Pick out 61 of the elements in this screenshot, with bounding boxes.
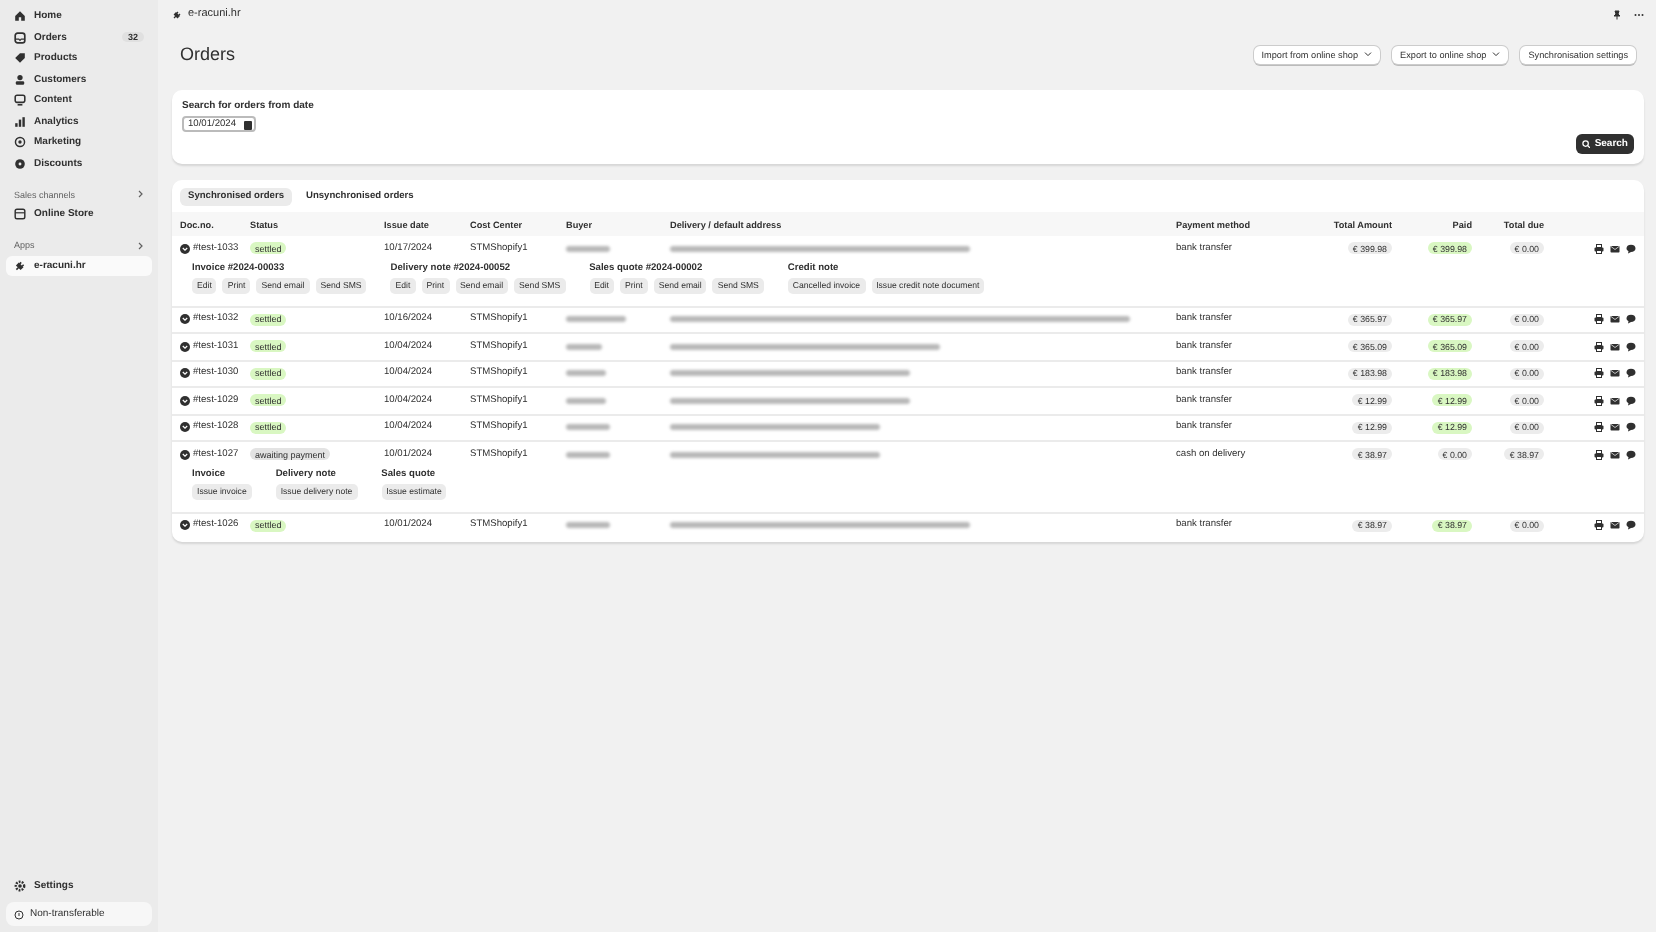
expand-icon bbox=[180, 395, 190, 406]
expand-icon bbox=[180, 314, 190, 325]
expand-icon bbox=[180, 422, 190, 433]
blurred-text bbox=[566, 397, 606, 404]
settings-icon bbox=[14, 879, 26, 892]
chat-icon[interactable] bbox=[1626, 449, 1636, 460]
caret-icon bbox=[1364, 50, 1373, 58]
search-icon bbox=[1581, 139, 1591, 149]
expand-icon bbox=[180, 520, 190, 531]
chat-icon[interactable] bbox=[1626, 395, 1636, 406]
envelope-icon[interactable] bbox=[1610, 243, 1620, 254]
expand-icon bbox=[180, 368, 190, 379]
chart-icon bbox=[14, 115, 26, 128]
blurred-text bbox=[566, 316, 626, 323]
blurred-text bbox=[566, 424, 610, 431]
expand-icon bbox=[180, 449, 190, 460]
orders-icon bbox=[14, 31, 26, 44]
chat-icon[interactable] bbox=[1626, 422, 1636, 433]
store-icon bbox=[14, 208, 26, 221]
print-icon[interactable] bbox=[1594, 368, 1604, 379]
blurred-text bbox=[566, 451, 610, 458]
blurred-text bbox=[566, 370, 606, 377]
print-icon[interactable] bbox=[1594, 449, 1604, 460]
page-title: Orders bbox=[180, 44, 238, 64]
discount-icon bbox=[14, 157, 26, 170]
chevron-icon bbox=[136, 190, 144, 198]
print-icon[interactable] bbox=[1594, 520, 1604, 531]
pin-icon[interactable] bbox=[1612, 9, 1622, 19]
blurred-text bbox=[566, 245, 610, 252]
blurred-text bbox=[566, 343, 602, 350]
home-icon bbox=[14, 10, 26, 23]
plug-icon bbox=[172, 9, 182, 19]
chat-icon[interactable] bbox=[1626, 243, 1636, 254]
chat-icon[interactable] bbox=[1626, 520, 1636, 531]
expand-icon bbox=[180, 243, 190, 254]
print-icon[interactable] bbox=[1594, 243, 1604, 254]
envelope-icon[interactable] bbox=[1610, 341, 1620, 352]
caret-icon bbox=[1492, 50, 1501, 58]
blurred-text bbox=[566, 522, 610, 529]
expand-icon bbox=[180, 341, 190, 352]
target-icon bbox=[14, 136, 26, 149]
print-icon[interactable] bbox=[1594, 395, 1604, 406]
envelope-icon[interactable] bbox=[1610, 449, 1620, 460]
chevron-icon bbox=[136, 241, 144, 249]
print-icon[interactable] bbox=[1594, 422, 1604, 433]
print-icon[interactable] bbox=[1594, 314, 1604, 325]
envelope-icon[interactable] bbox=[1610, 314, 1620, 325]
envelope-icon[interactable] bbox=[1610, 520, 1620, 531]
person-icon bbox=[14, 73, 26, 86]
tag-icon bbox=[14, 52, 26, 65]
chat-icon[interactable] bbox=[1626, 341, 1636, 352]
plug-icon bbox=[14, 259, 26, 272]
info-icon bbox=[14, 909, 24, 919]
chat-icon[interactable] bbox=[1626, 314, 1636, 325]
chat-icon[interactable] bbox=[1626, 368, 1636, 379]
print-icon[interactable] bbox=[1594, 341, 1604, 352]
calendar-icon bbox=[244, 119, 253, 129]
content-icon bbox=[14, 94, 26, 107]
envelope-icon[interactable] bbox=[1610, 395, 1620, 406]
envelope-icon[interactable] bbox=[1610, 422, 1620, 433]
envelope-icon[interactable] bbox=[1610, 368, 1620, 379]
